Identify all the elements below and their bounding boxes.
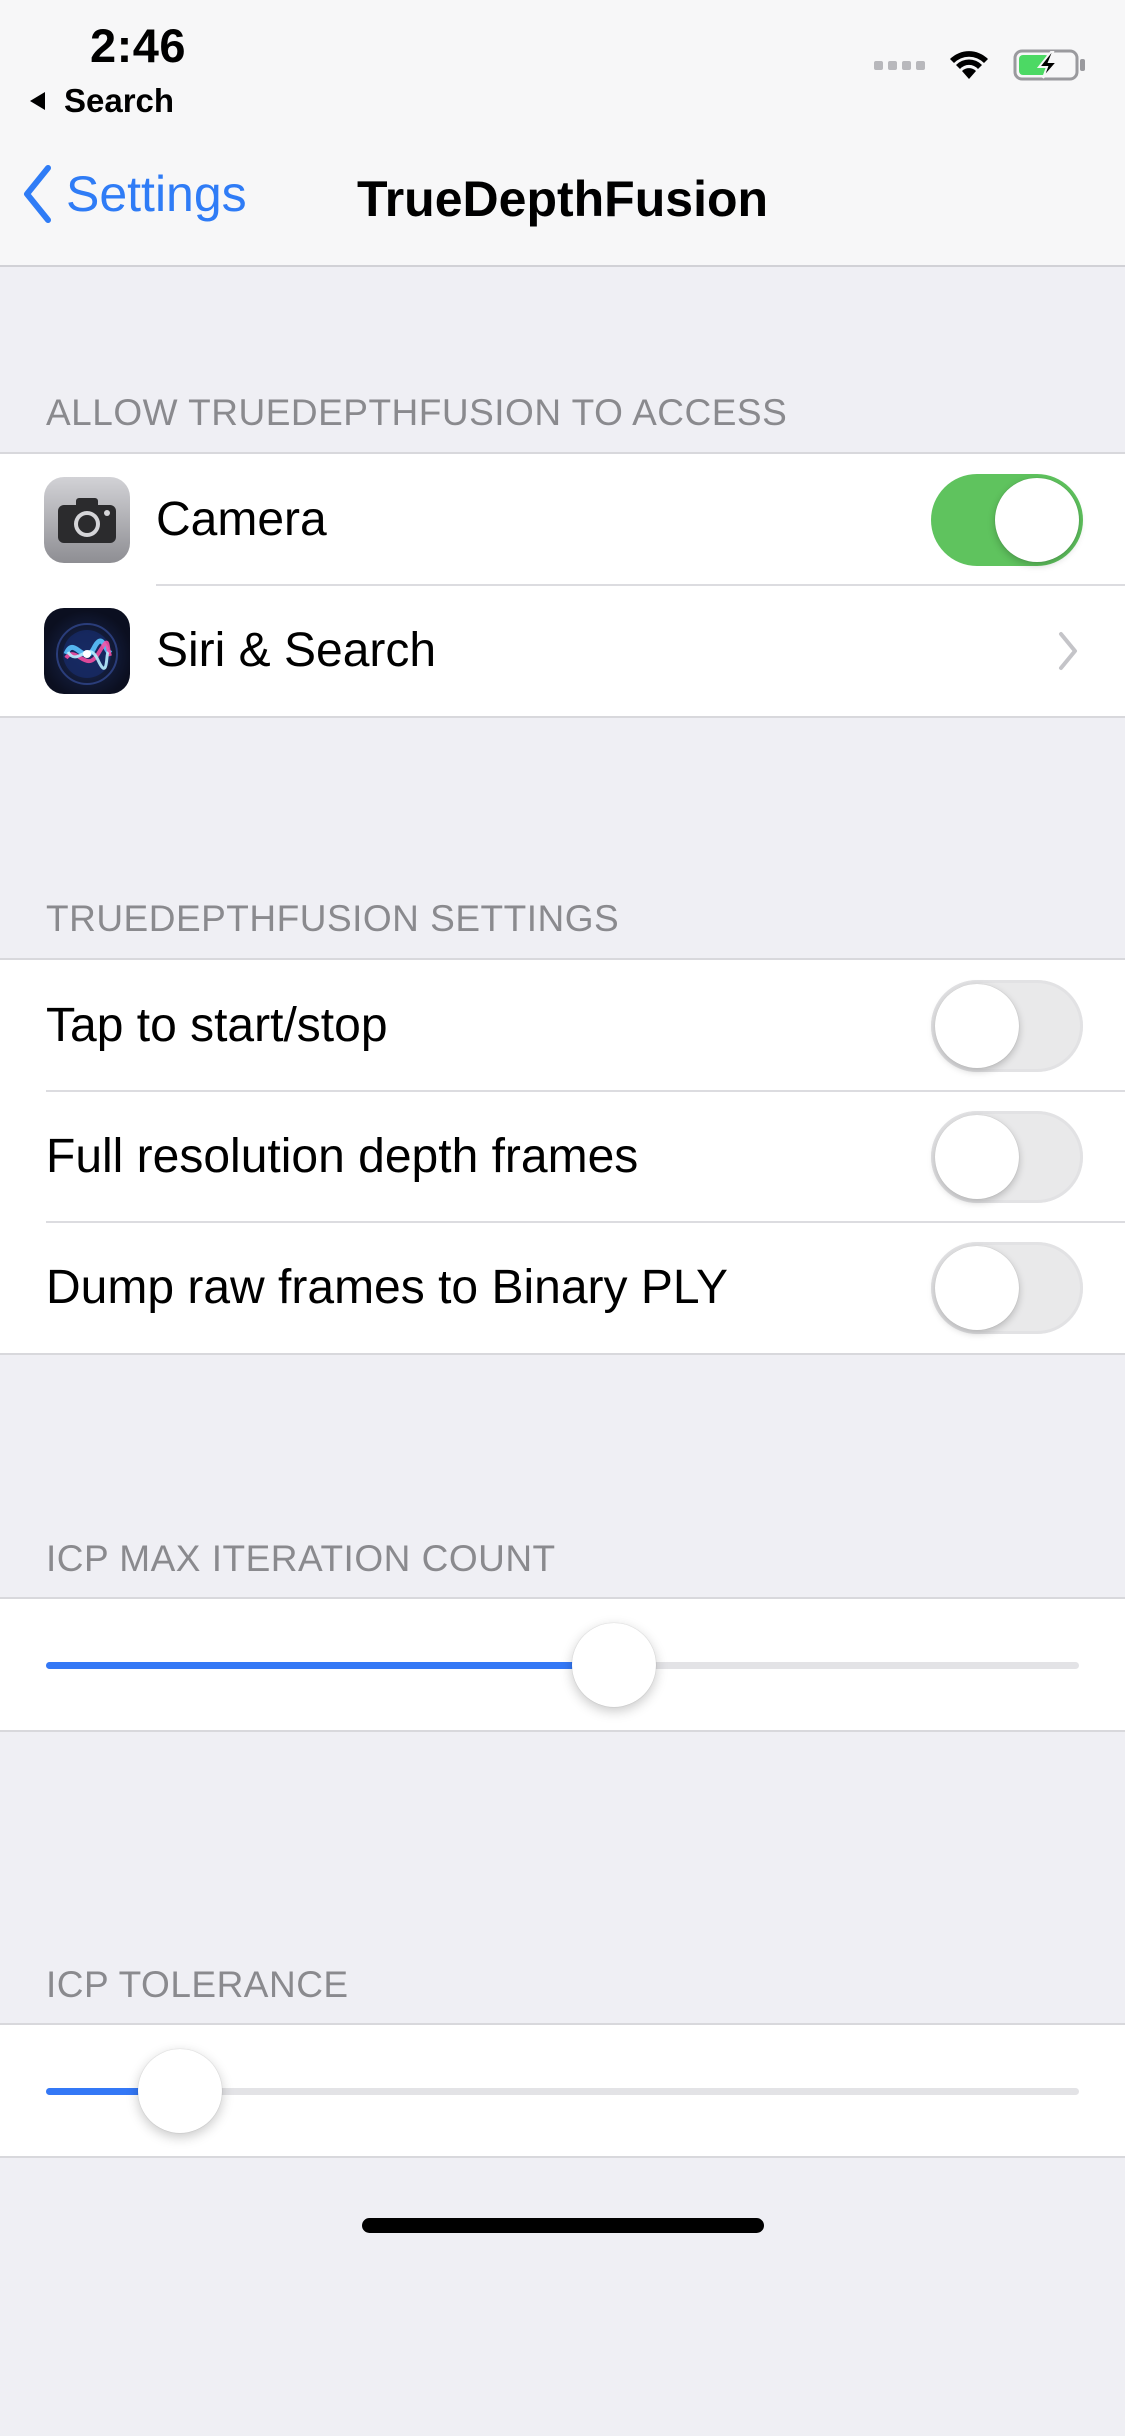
status-time: 2:46	[90, 19, 187, 72]
slider-track	[46, 2049, 1079, 2133]
settings-section-header: TRUEDEPTHFUSION SETTINGS	[46, 898, 620, 939]
battery-charging-icon	[1013, 49, 1085, 81]
tap-start-stop-label: Tap to start/stop	[46, 999, 388, 1052]
top-bar: 2:46 Search Settings TrueDepthFusion	[0, 0, 1125, 267]
siri-search-label: Siri & Search	[156, 624, 437, 677]
icp-tolerance-header: ICP TOLERANCE	[46, 1964, 349, 2005]
toggle-knob	[995, 477, 1079, 562]
camera-app-icon	[44, 476, 130, 563]
dump-raw-frames-label: Dump raw frames to Binary PLY	[46, 1261, 729, 1314]
access-group: Camera Siri & Search	[0, 452, 1125, 718]
siri-search-row[interactable]: Siri & Search	[0, 584, 1125, 716]
back-triangle-icon	[30, 92, 45, 110]
slider-thumb[interactable]	[138, 2049, 223, 2133]
camera-toggle[interactable]	[931, 473, 1083, 566]
toggle-knob	[935, 983, 1019, 1068]
back-to-app-button[interactable]: Search	[30, 82, 174, 120]
slider-fill	[46, 1662, 615, 1669]
access-section-header: ALLOW TRUEDEPTHFUSION TO ACCESS	[46, 392, 788, 433]
wifi-icon	[950, 51, 988, 79]
icp-tolerance-group	[0, 2023, 1125, 2158]
tap-start-stop-toggle[interactable]	[931, 979, 1083, 1072]
cellular-signal-icon	[874, 60, 925, 70]
page-title: TrueDepthFusion	[356, 171, 769, 227]
back-app-label: Search	[64, 82, 175, 119]
camera-row: Camera	[0, 454, 1125, 585]
slider-thumb[interactable]	[572, 1623, 657, 1707]
icp-max-iteration-slider[interactable]	[0, 1599, 1125, 1730]
icp-max-iteration-header: ICP MAX ITERATION COUNT	[46, 1538, 556, 1579]
full-resolution-toggle[interactable]	[931, 1110, 1083, 1203]
slider-track	[46, 1623, 1079, 1707]
settings-group: Tap to start/stop Full resolution depth …	[0, 958, 1125, 1355]
camera-label: Camera	[156, 493, 327, 546]
status-indicators	[874, 48, 1087, 82]
icp-tolerance-slider[interactable]	[0, 2025, 1125, 2156]
dump-raw-frames-toggle[interactable]	[931, 1241, 1083, 1334]
home-indicator[interactable]	[362, 2218, 764, 2233]
dump-raw-frames-row: Dump raw frames to Binary PLY	[0, 1221, 1125, 1353]
toggle-knob	[935, 1245, 1019, 1330]
icp-max-iteration-group	[0, 1597, 1125, 1732]
toggle-knob	[935, 1114, 1019, 1199]
chevron-right-icon	[1059, 631, 1077, 670]
siri-app-icon	[44, 607, 130, 694]
tap-start-stop-row: Tap to start/stop	[0, 960, 1125, 1091]
full-resolution-row: Full resolution depth frames	[0, 1090, 1125, 1222]
full-resolution-label: Full resolution depth frames	[46, 1130, 639, 1183]
